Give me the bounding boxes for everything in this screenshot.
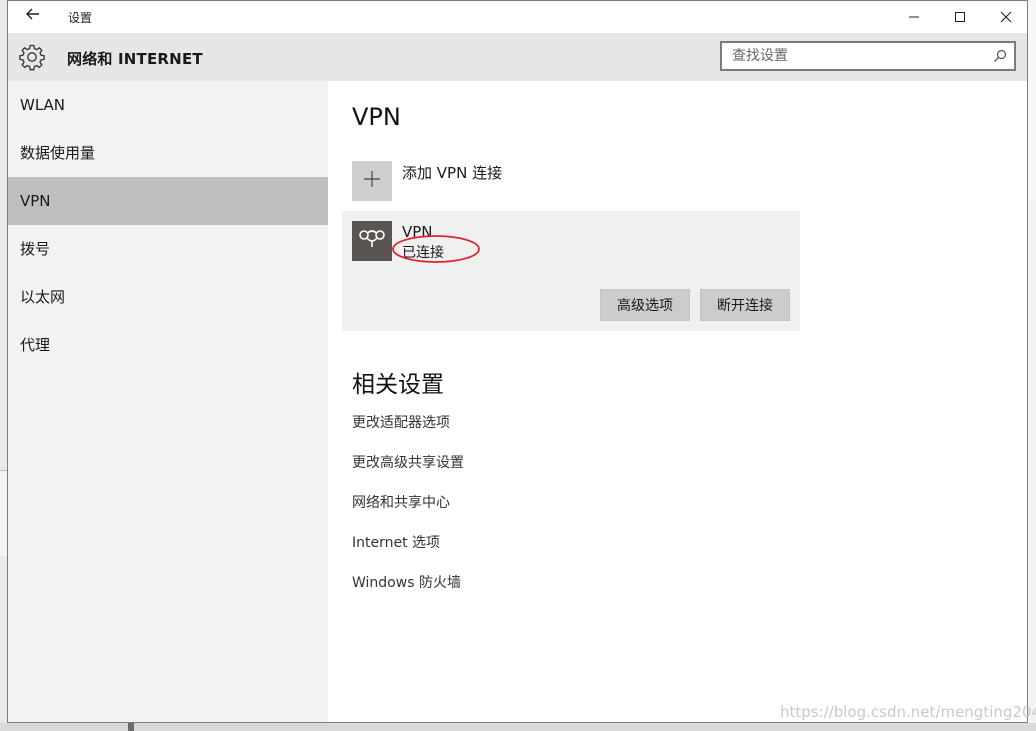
section-header: 网络和 INTERNET [8,33,1027,81]
link-internet-options[interactable]: Internet 选项 [352,532,440,552]
vpn-icon [357,228,387,254]
background-window-fragment [1028,0,1036,200]
link-windows-firewall[interactable]: Windows 防火墙 [352,572,461,592]
disconnect-button[interactable]: 断开连接 [700,289,790,321]
watermark: https://blog.csdn.net/mengting2040 [780,703,1036,721]
background-notch [128,723,134,731]
gear-icon [18,43,46,71]
settings-window: 设置 网络和 INTERNET 查找设置 WLAN 数据使用量 VPN 拨号 以… [7,0,1028,723]
maximize-icon [954,8,966,27]
vpn-connection-tile [352,221,392,261]
close-icon [1000,8,1012,27]
sidebar-item-ethernet[interactable]: 以太网 [8,273,328,321]
minimize-icon [908,8,920,27]
section-title: 网络和 INTERNET [67,50,203,68]
plus-icon [363,170,381,192]
annotation-ellipse [392,235,480,263]
link-network-sharing-center[interactable]: 网络和共享中心 [352,492,450,512]
sidebar-item-wlan[interactable]: WLAN [8,81,328,129]
app-title: 设置 [68,11,93,25]
related-settings-title: 相关设置 [352,372,444,398]
add-vpn-button[interactable]: 添加 VPN 连接 [352,161,652,201]
add-vpn-tile [352,161,392,201]
sidebar-item-dial-up[interactable]: 拨号 [8,225,328,273]
link-advanced-sharing[interactable]: 更改高级共享设置 [352,452,464,472]
vpn-connection-card[interactable]: VPN 已连接 高级选项 断开连接 [342,211,800,331]
sidebar-item-vpn[interactable]: VPN [8,177,328,225]
page-title: VPN [352,103,401,131]
sidebar: WLAN 数据使用量 VPN 拨号 以太网 代理 [8,81,328,722]
add-vpn-label: 添加 VPN 连接 [402,164,503,182]
minimize-button[interactable] [891,1,937,33]
sidebar-item-proxy[interactable]: 代理 [8,321,328,369]
back-button[interactable] [22,6,44,28]
search-icon[interactable] [992,48,1008,64]
title-bar: 设置 [8,1,1027,33]
advanced-options-button[interactable]: 高级选项 [600,289,690,321]
maximize-button[interactable] [937,1,983,33]
close-button[interactable] [983,1,1027,33]
background-desktop-bottom [0,723,1036,731]
search-box[interactable] [720,41,1016,71]
back-arrow-icon [25,6,41,27]
main-content: VPN 添加 VPN 连接 VPN 已连接 高级选项 断开连接 相关设置 更改适… [328,81,1027,722]
sidebar-item-data-usage[interactable]: 数据使用量 [8,129,328,177]
search-input[interactable] [722,43,992,69]
link-adapter-options[interactable]: 更改适配器选项 [352,412,450,432]
